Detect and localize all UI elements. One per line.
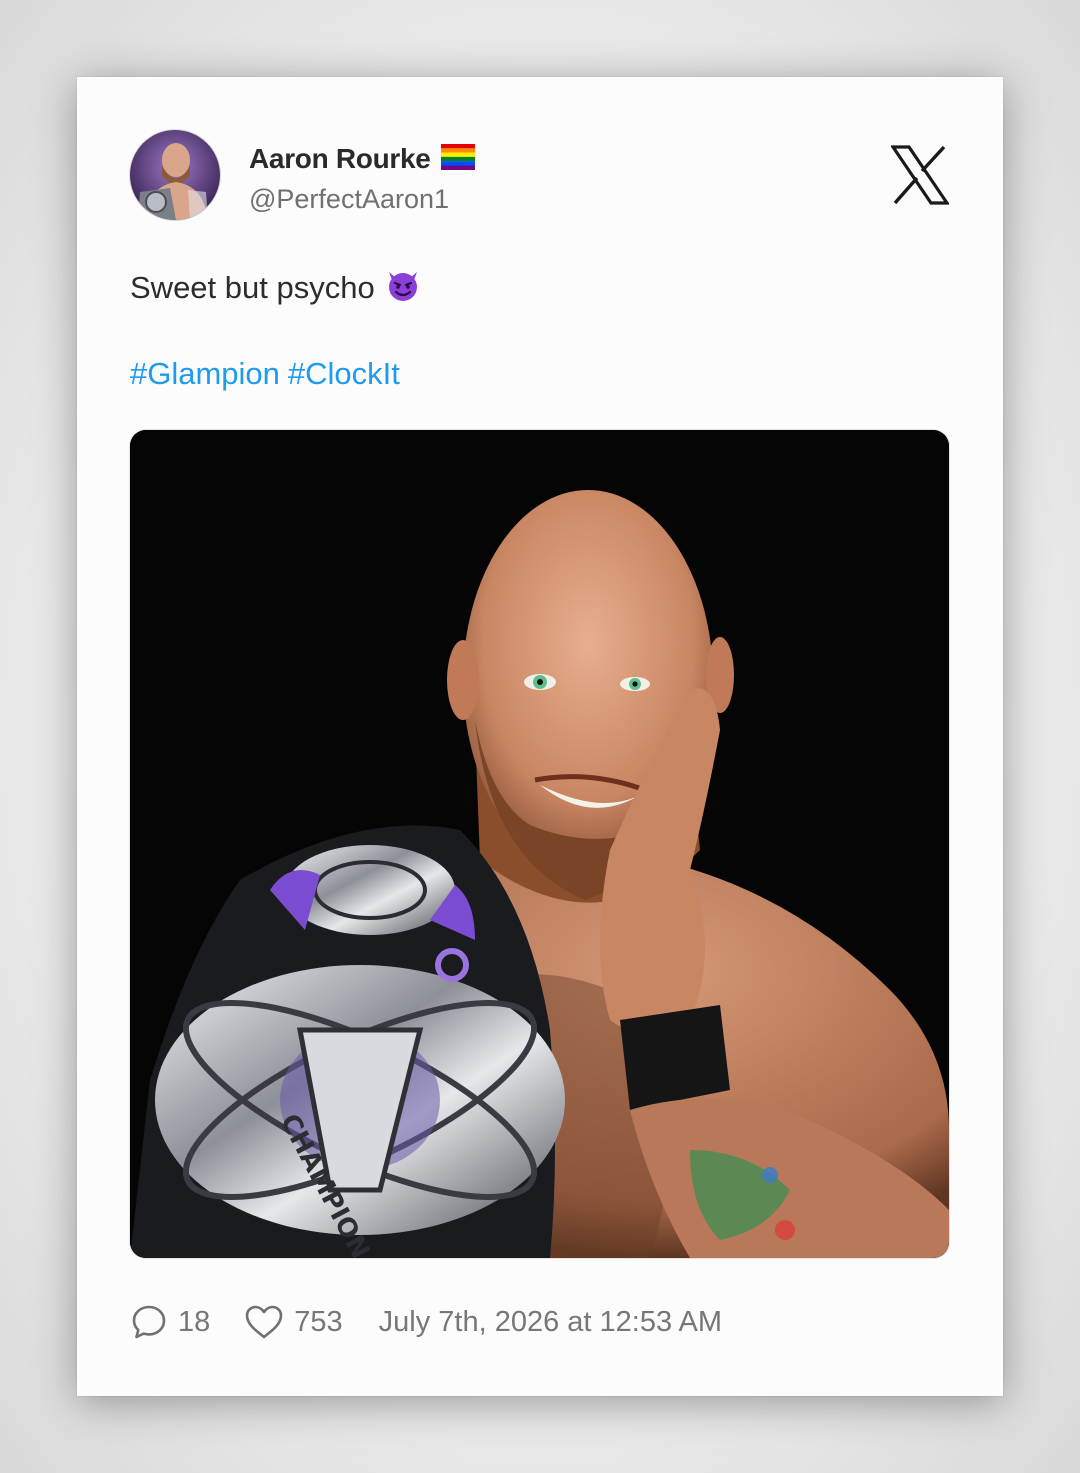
comment-bubble-icon bbox=[130, 1303, 168, 1341]
post-text: Sweet but psycho bbox=[130, 270, 375, 305]
post-card: Aaron Rourke @PerfectAaron1 Sweet but ps… bbox=[77, 77, 1003, 1396]
wrestler-with-championship-belt-photo: CHAMPION bbox=[130, 430, 949, 1258]
author-handle[interactable]: @PerfectAaron1 bbox=[249, 184, 449, 215]
author-name-row: Aaron Rourke bbox=[249, 143, 475, 175]
profile-avatar bbox=[130, 130, 220, 220]
reply-stat[interactable]: 18 bbox=[130, 1303, 210, 1341]
avatar[interactable] bbox=[130, 130, 220, 220]
rainbow-flag-icon bbox=[440, 143, 475, 175]
like-count: 753 bbox=[294, 1305, 343, 1338]
smiling-devil-icon bbox=[385, 266, 421, 310]
hashtag-glampion[interactable]: #Glampion bbox=[130, 356, 280, 392]
like-stat[interactable]: 753 bbox=[244, 1304, 343, 1340]
hashtag-list: #Glampion #ClockIt bbox=[130, 356, 400, 392]
hashtag-clockit[interactable]: #ClockIt bbox=[288, 356, 400, 392]
post-timestamp[interactable]: July 7th, 2026 at 12:53 AM bbox=[379, 1306, 722, 1339]
post-text-row: Sweet but psycho bbox=[130, 266, 421, 310]
post-footer: 18 753 July 7th, 2026 at 12:53 AM bbox=[130, 1302, 722, 1342]
author-display-name[interactable]: Aaron Rourke bbox=[249, 143, 431, 175]
heart-icon bbox=[244, 1304, 284, 1340]
post-photo[interactable]: CHAMPION bbox=[130, 430, 949, 1258]
x-logo-icon[interactable] bbox=[889, 145, 951, 205]
reply-count: 18 bbox=[178, 1305, 211, 1338]
